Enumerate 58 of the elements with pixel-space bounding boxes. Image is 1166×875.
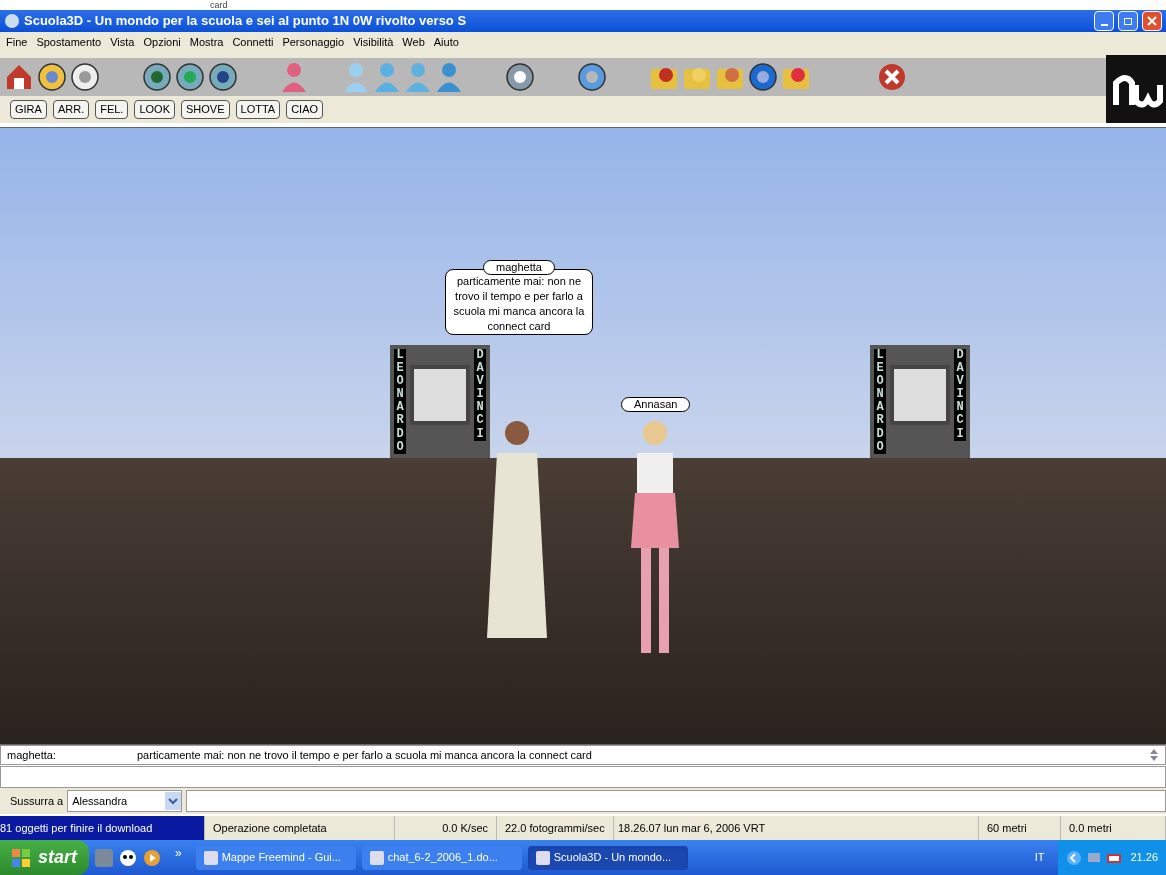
taskbar-button[interactable]: chat_6-2_2006_1.do... [361, 845, 522, 870]
close-circle-icon[interactable] [877, 62, 907, 92]
taskbar-button[interactable]: Mappe Freemind - Gui... [195, 845, 356, 870]
window-icon [203, 850, 218, 865]
chevron-left-icon[interactable] [1066, 849, 1083, 866]
close-icon [1147, 16, 1157, 26]
menu-item[interactable]: Vista [110, 33, 135, 51]
gesture-button[interactable]: LOTTA [235, 100, 281, 119]
close-button[interactable] [1142, 11, 1162, 31]
menu-item[interactable]: Spostamento [36, 33, 102, 51]
recipient-dropdown[interactable]: Alessandra [67, 790, 183, 812]
clock: 21.26 [1129, 850, 1158, 866]
sign-lettering: LEONARDO [394, 348, 406, 454]
overflow-chevron[interactable]: » [167, 844, 190, 862]
stray-text: card [210, 0, 228, 10]
menu-item[interactable]: Aiuto [433, 33, 459, 51]
language-indicator[interactable]: IT [1026, 849, 1053, 866]
media-player-icon[interactable] [143, 848, 161, 867]
gesture-button[interactable]: LOOK [134, 100, 175, 119]
sign-lettering: DA VINCI [474, 348, 486, 441]
avatar-name-tag: Annasan [621, 397, 691, 412]
eye-icon[interactable] [142, 62, 172, 92]
chat-message: particamente mai: non ne trovo il tempo e per farlo a scuola mi manca ancora la connect card [137, 747, 593, 763]
gesture-button[interactable]: FEL. [95, 100, 129, 119]
chat-input-field[interactable] [0, 766, 1166, 788]
windows-logo-icon [12, 848, 30, 867]
billboard [890, 364, 950, 425]
sign-lettering: LEONARDO [874, 348, 886, 454]
menu-item[interactable]: Visibilità [353, 33, 394, 51]
scroll-arrows-icon[interactable] [1149, 748, 1159, 762]
menu-item[interactable]: Connetti [232, 33, 274, 51]
gesture-button[interactable]: ARR. [52, 100, 90, 119]
chat-speaker: maghetta: [7, 747, 57, 763]
restore-button[interactable] [1118, 11, 1138, 31]
window-icon [369, 850, 384, 865]
sign-lettering: DA VINCI [954, 348, 966, 441]
gesture-button[interactable]: SHOVE [181, 100, 230, 119]
billboard [410, 364, 470, 425]
taskbar-button[interactable]: Scuola3D - Un mondo... [527, 845, 688, 870]
window-title: Scuola3D - Un mondo per la scuola e sei al punto 1N 0W rivolto verso S [24, 12, 468, 31]
window-icon [535, 850, 550, 865]
menu-item[interactable]: Mostra [189, 33, 224, 51]
app-icon [4, 13, 20, 29]
menu-item[interactable]: Opzioni [143, 33, 181, 51]
minimize-button[interactable] [1094, 11, 1114, 31]
chevron-down-icon [165, 792, 182, 810]
gesture-button[interactable]: CIAO [286, 100, 324, 119]
whisper-input-field[interactable] [186, 790, 1166, 812]
status-field: 81 oggetti per finire il download [0, 816, 205, 840]
menu-item[interactable]: Personaggio [282, 33, 345, 51]
menu-item[interactable]: Web [402, 33, 425, 51]
house-icon[interactable] [4, 62, 34, 92]
eye-icon[interactable] [208, 62, 238, 92]
gesture-button[interactable]: GIRA [10, 100, 47, 119]
eye-icon[interactable] [175, 62, 205, 92]
whisper-label: Sussurra a [10, 793, 64, 809]
globe-icon[interactable] [748, 62, 778, 92]
menu-item[interactable]: Fine [6, 33, 28, 51]
